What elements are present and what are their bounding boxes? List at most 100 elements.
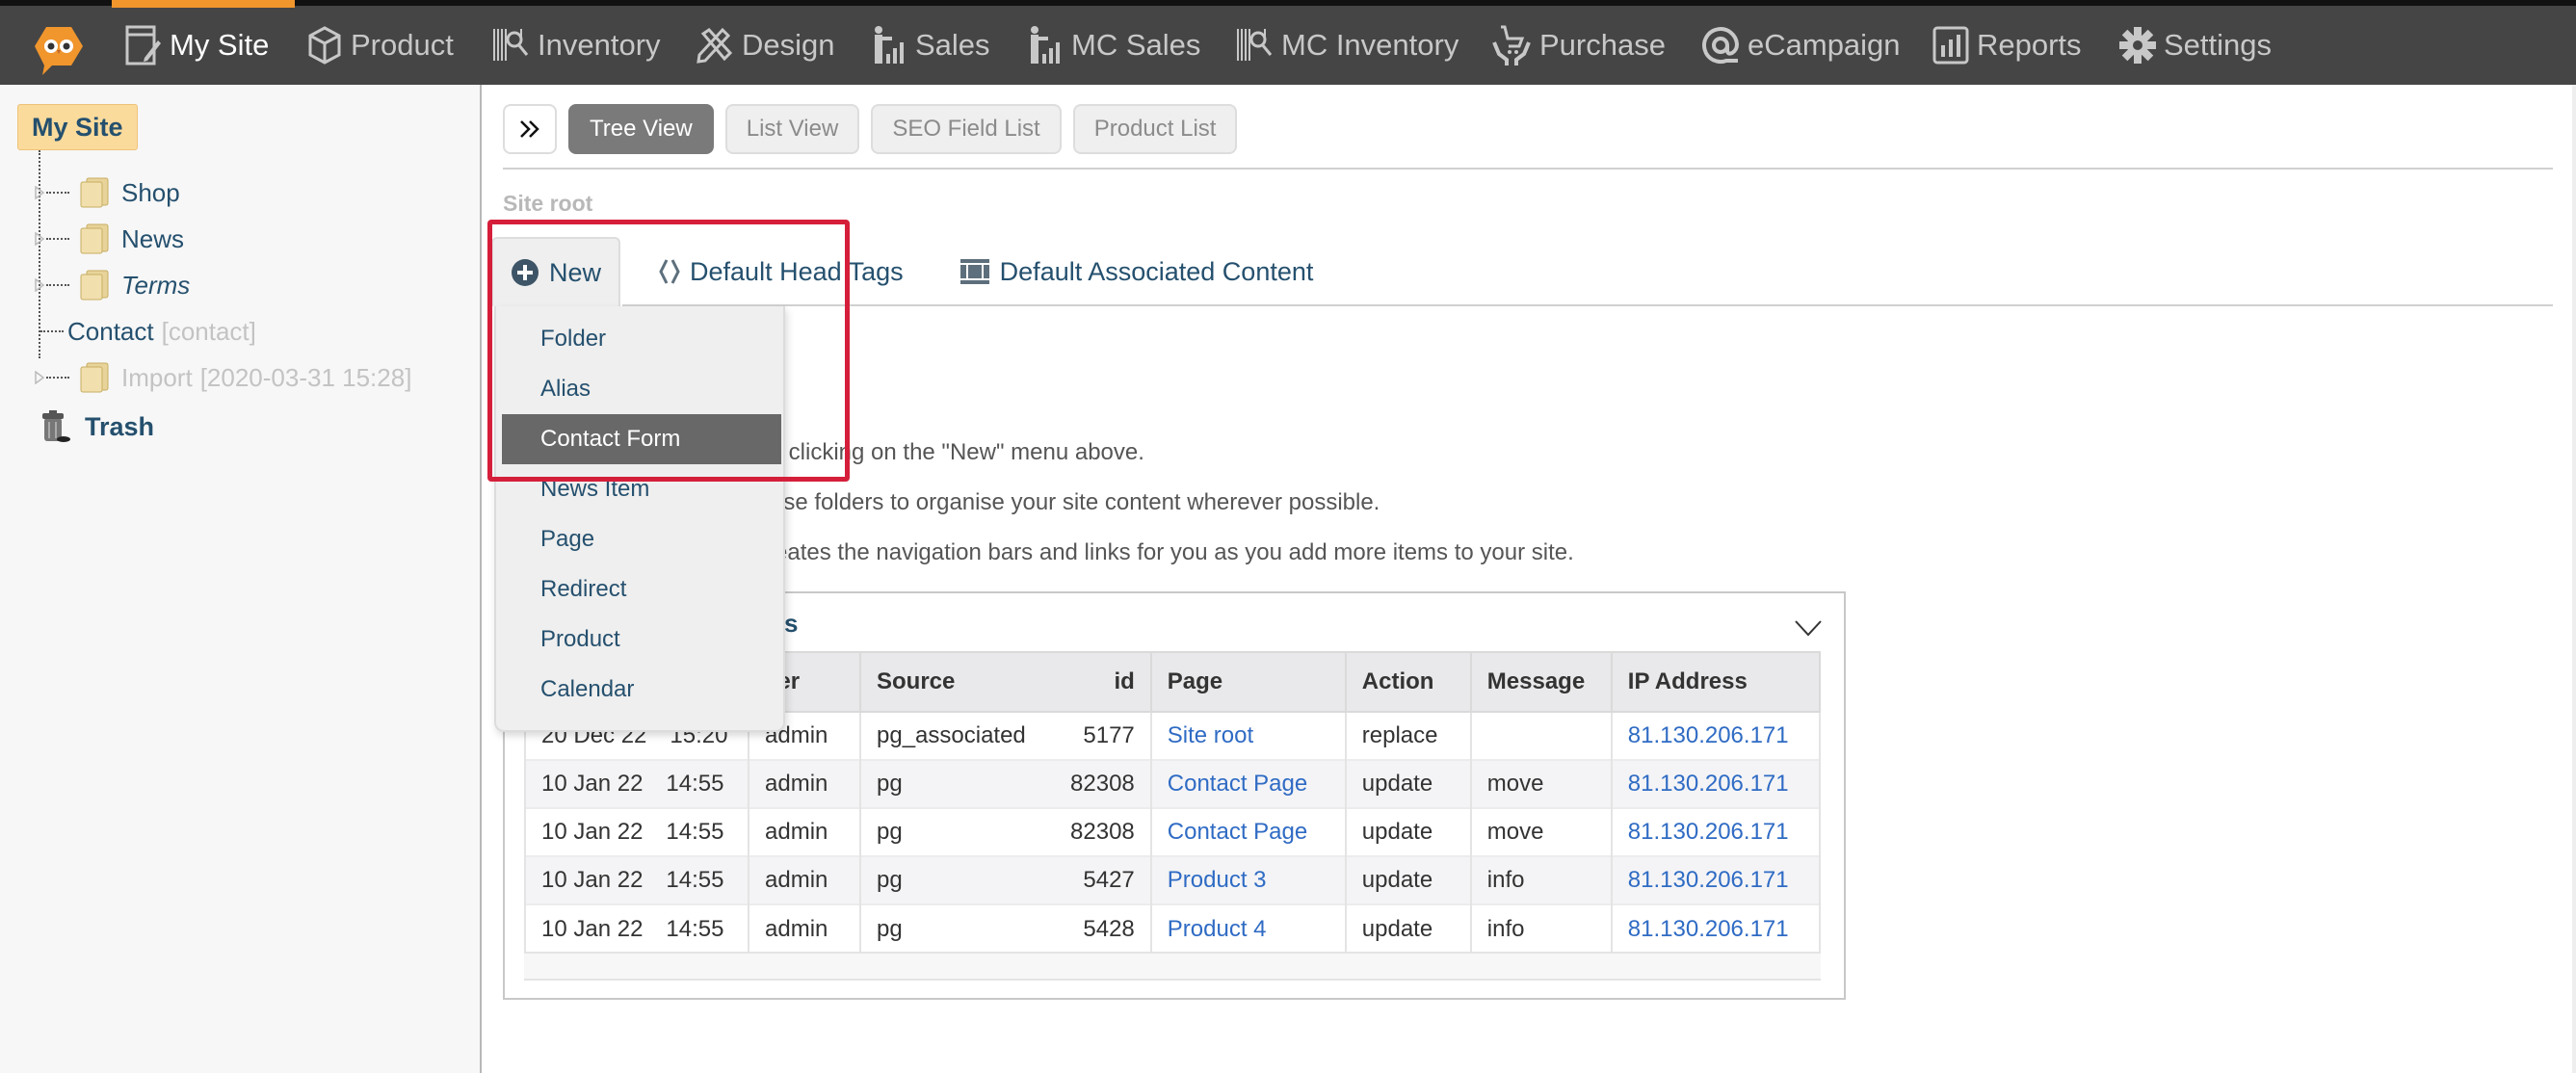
cell-source: pg <box>859 903 1041 953</box>
cell-id: 5177 <box>1040 712 1152 760</box>
scrollbar-track[interactable] <box>2572 85 2576 1073</box>
owl-logo[interactable] <box>35 25 83 75</box>
cell-page-link[interactable]: Contact Page <box>1149 807 1347 856</box>
cell-page-link[interactable]: Site root <box>1149 712 1347 760</box>
nav-ecampaign[interactable]: eCampaign <box>1701 6 1901 85</box>
cell-action: update <box>1344 903 1472 953</box>
nav-mc-sales[interactable]: MC Sales <box>1029 6 1200 85</box>
nav-label: Design <box>742 28 835 62</box>
cell-id: 5427 <box>1040 855 1152 904</box>
cell-date-time: 14:55 <box>666 915 724 942</box>
list-view-button[interactable]: List View <box>724 104 860 154</box>
expand-arrow-icon[interactable] <box>35 186 44 199</box>
trash-link[interactable]: Trash <box>40 410 154 443</box>
nav-label: Product <box>351 28 454 62</box>
column-header-page[interactable]: Page <box>1149 651 1347 713</box>
tree-connector <box>46 192 69 194</box>
column-header-id[interactable]: id <box>1040 651 1152 713</box>
nav-design[interactable]: Design <box>696 6 835 85</box>
menu-item-contact-form[interactable]: Contact Form <box>502 414 781 464</box>
cell-message: info <box>1469 903 1613 953</box>
nav-sales[interactable]: Sales <box>873 6 990 85</box>
tree-node-import[interactable]: Import [2020-03-31 15:28] <box>35 358 411 397</box>
nav-settings[interactable]: Settings <box>2119 6 2272 85</box>
trash-label: Trash <box>85 411 155 441</box>
barcode-search-icon <box>1237 29 1273 61</box>
expand-arrow-icon[interactable] <box>35 232 44 246</box>
tree-connector <box>46 377 69 379</box>
menu-item-product[interactable]: Product <box>502 615 781 665</box>
nav-product[interactable]: Product <box>306 6 454 85</box>
tab-new[interactable]: New <box>491 237 621 306</box>
tree-node-label: Import <box>121 362 193 392</box>
cell-page-link[interactable]: Product 4 <box>1149 903 1347 953</box>
nav-reports[interactable]: Reports <box>1932 6 2082 85</box>
bar-chart-icon <box>1932 26 1969 65</box>
cell-date-day: 10 Jan 22 <box>541 819 644 845</box>
nav-my-site[interactable]: My Site <box>112 0 295 85</box>
tree-node-label: Terms <box>121 270 191 300</box>
help-text-line: use folders to organise your site conten… <box>771 489 1380 515</box>
column-header-action[interactable]: Action <box>1344 651 1472 713</box>
tree-root-my-site[interactable]: My Site <box>17 104 138 150</box>
tree-node-terms[interactable]: Terms <box>35 266 190 304</box>
column-header-message[interactable]: Message <box>1469 651 1613 713</box>
nav-label: eCampaign <box>1748 28 1901 62</box>
menu-item-alias[interactable]: Alias <box>502 364 781 414</box>
divider <box>622 304 2553 306</box>
seo-field-list-button[interactable]: SEO Field List <box>871 104 1062 154</box>
cell-date: 10 Jan 22 14:55 <box>524 759 749 808</box>
table-footer <box>524 952 1821 981</box>
tree-node-shop[interactable]: Shop <box>35 173 180 212</box>
menu-item-page[interactable]: Page <box>502 514 781 564</box>
menu-item-calendar[interactable]: Calendar <box>502 665 781 715</box>
nav-mc-inventory[interactable]: MC Inventory <box>1235 6 1459 85</box>
folder-icon <box>80 223 109 254</box>
tab-default-associated-content[interactable]: Default Associated Content <box>942 237 1331 306</box>
tree-node-news[interactable]: News <box>35 220 184 258</box>
column-header-ip-address[interactable]: IP Address <box>1610 651 1822 713</box>
cell-date-time: 14:55 <box>666 819 724 845</box>
cell-ip-address-link[interactable]: 81.130.206.171 <box>1610 712 1822 760</box>
product-list-button[interactable]: Product List <box>1072 104 1238 154</box>
cell-page-link[interactable]: Product 3 <box>1149 855 1347 904</box>
cell-date-day: 10 Jan 22 <box>541 915 644 942</box>
folder-icon <box>80 362 109 393</box>
new-menu-dropdown: Folder Alias Contact Form News Item Page… <box>494 306 785 732</box>
nav-inventory[interactable]: Inventory <box>491 6 661 85</box>
cell-ip-address-link[interactable]: 81.130.206.171 <box>1610 855 1822 904</box>
tree-node-slug: [contact] <box>161 316 256 346</box>
menu-item-news-item[interactable]: News Item <box>502 464 781 514</box>
cell-ip-address-link[interactable]: 81.130.206.171 <box>1610 903 1822 953</box>
top-nav: My Site Product Inventory Design Sales M… <box>0 0 2576 85</box>
at-sign-icon <box>1702 27 1740 65</box>
cell-page-link[interactable]: Contact Page <box>1149 759 1347 808</box>
column-header-source[interactable]: Source <box>859 651 1041 713</box>
table-row: 10 Jan 22 14:55 admin pg 5428 Product 4 update… <box>524 903 1822 953</box>
tree-node-label: Shop <box>121 177 180 207</box>
tree-node-label: Contact <box>67 316 154 346</box>
trash-icon <box>42 410 70 442</box>
cell-ip-address-link[interactable]: 81.130.206.171 <box>1610 759 1822 808</box>
tab-label: Default Head Tags <box>690 256 904 286</box>
expand-arrow-icon[interactable] <box>35 371 44 384</box>
menu-item-folder[interactable]: Folder <box>502 314 781 364</box>
nav-purchase[interactable]: Purchase <box>1491 6 1666 85</box>
double-chevron-right-icon <box>520 120 539 138</box>
breadcrumb: Site root <box>503 191 593 216</box>
menu-item-redirect[interactable]: Redirect <box>502 564 781 615</box>
tree-node-contact[interactable]: Contact [contact] <box>40 312 256 351</box>
expand-sidebar-button[interactable] <box>503 104 557 154</box>
cell-id: 5428 <box>1040 903 1152 953</box>
help-text-line: reates the navigation bars and links for… <box>767 539 1574 565</box>
expand-arrow-icon[interactable] <box>35 278 44 292</box>
cell-ip-address-link[interactable]: 81.130.206.171 <box>1610 807 1822 856</box>
cell-id: 82308 <box>1040 807 1152 856</box>
panel-title: s <box>784 609 799 638</box>
tab-label: New <box>549 257 602 287</box>
tab-default-head-tags[interactable]: Default Head Tags <box>642 237 921 306</box>
folder-icon <box>80 177 109 208</box>
tree-view-button[interactable]: Tree View <box>568 104 714 154</box>
folder-icon <box>80 270 109 301</box>
chevron-down-icon[interactable] <box>1794 618 1823 638</box>
